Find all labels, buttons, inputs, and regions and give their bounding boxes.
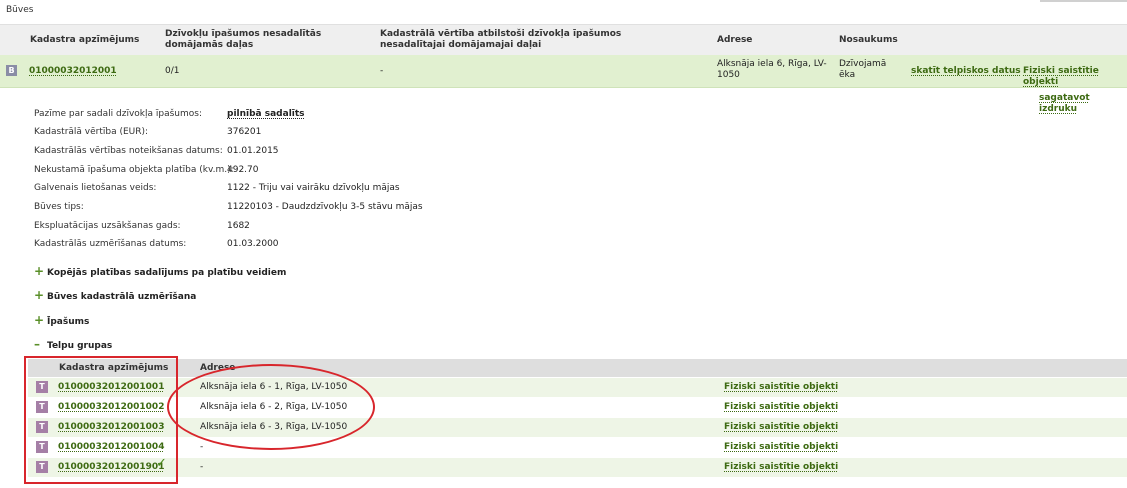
detail-value: 1682: [227, 221, 250, 231]
expander-area-breakdown[interactable]: + Kopējās platības sadalījums pa platību …: [34, 264, 286, 278]
expander-property[interactable]: + Īpašums: [34, 313, 89, 327]
expander-label: Telpu grupas: [47, 341, 113, 351]
physical-objects-link[interactable]: Fiziski saistītie objekti: [724, 422, 838, 433]
header-cadastre: Kadastra apzīmējums: [30, 35, 140, 45]
plus-icon: +: [34, 313, 45, 327]
physical-objects-link[interactable]: Fiziski saistītie objekti: [724, 402, 838, 413]
header-shares: Dzīvokļu īpašumos nesadalītās domājamās …: [165, 29, 322, 50]
detail-label: Pazīme par sadali dzīvokļa īpašumos:: [34, 109, 202, 119]
detail-label: Kadastrālā vērtība (EUR):: [34, 127, 149, 137]
building-address: Alksnāja iela 6, Rīga, LV-1050: [717, 59, 827, 80]
detail-label: Nekustamā īpašuma objekta platība (kv.m.…: [34, 165, 234, 175]
building-table-header: Kadastra apzīmējums Dzīvokļu īpašumos ne…: [0, 24, 1127, 55]
expander-label: Īpašums: [47, 317, 90, 327]
building-shares: 0/1: [165, 66, 180, 76]
room-group-address: -: [200, 462, 204, 472]
detail-value: 01.01.2015: [227, 146, 279, 156]
minus-icon: –: [34, 337, 40, 351]
header-name: Nosaukums: [839, 35, 898, 45]
detail-label: Būves tips:: [34, 202, 84, 212]
detail-label: Kadastrālās vērtības noteikšanas datums:: [34, 146, 223, 156]
building-name: Dzīvojamā ēka: [839, 59, 887, 80]
detail-value: 1122 - Triju vai vairāku dzīvokļu mājas: [227, 183, 400, 193]
section-title: Būves: [6, 5, 34, 15]
table-row[interactable]: T 01000032012001004 - Fiziski saistītie …: [28, 438, 1127, 457]
plus-icon: +: [34, 264, 45, 278]
building-type-badge: B: [6, 65, 17, 76]
detail-label: Galvenais lietošanas veids:: [34, 183, 157, 193]
header-value: Kadastrālā vērtība atbilstoši dzīvokļa ī…: [380, 29, 622, 50]
physical-objects-link[interactable]: Fiziski saistītie objekti: [724, 382, 838, 393]
spatial-data-link[interactable]: skatīt telpiskos datus: [911, 66, 1021, 77]
physical-objects-link[interactable]: Fiziski saistītie objekti: [1023, 66, 1127, 88]
detail-label: Kadastrālās uzmērīšanas datums:: [34, 239, 187, 249]
detail-value: 11220103 - Daudzdzīvokļu 3-5 stāvu mājas: [227, 202, 423, 212]
top-divider: [1040, 0, 1127, 2]
building-cadastre-link[interactable]: 01000032012001: [29, 66, 117, 77]
room-groups-header: Kadastra apzīmējums Adrese: [28, 359, 1127, 377]
building-row[interactable]: B 01000032012001 0/1 - Alksnāja iela 6, …: [0, 55, 1127, 88]
print-link[interactable]: sagatavot izdruku: [1039, 93, 1127, 115]
expander-label: Būves kadastrālā uzmērīšana: [47, 292, 197, 302]
detail-value: 376201: [227, 127, 262, 137]
detail-label: Ekspluatācijas uzsākšanas gads:: [34, 221, 181, 231]
plus-icon: +: [34, 288, 45, 302]
annotation-rectangle: [24, 356, 178, 484]
annotation-ellipse: [167, 364, 375, 450]
table-row[interactable]: T 01000032012001901 ✓ - Fiziski saistīti…: [28, 457, 1127, 477]
detail-value-link[interactable]: pilnībā sadalīts: [227, 109, 305, 119]
building-value: -: [380, 66, 384, 76]
physical-objects-link[interactable]: Fiziski saistītie objekti: [724, 442, 838, 453]
physical-objects-link[interactable]: Fiziski saistītie objekti: [724, 462, 838, 473]
expander-label: Kopējās platības sadalījums pa platību v…: [47, 268, 287, 278]
room-group-address: -: [200, 442, 204, 452]
expander-cadastral-survey[interactable]: + Būves kadastrālā uzmērīšana: [34, 288, 196, 302]
header-address: Adrese: [717, 35, 753, 45]
detail-value: 01.03.2000: [227, 239, 279, 249]
expander-room-groups[interactable]: – Telpu grupas: [34, 337, 112, 351]
detail-value: 492.70: [227, 165, 259, 175]
